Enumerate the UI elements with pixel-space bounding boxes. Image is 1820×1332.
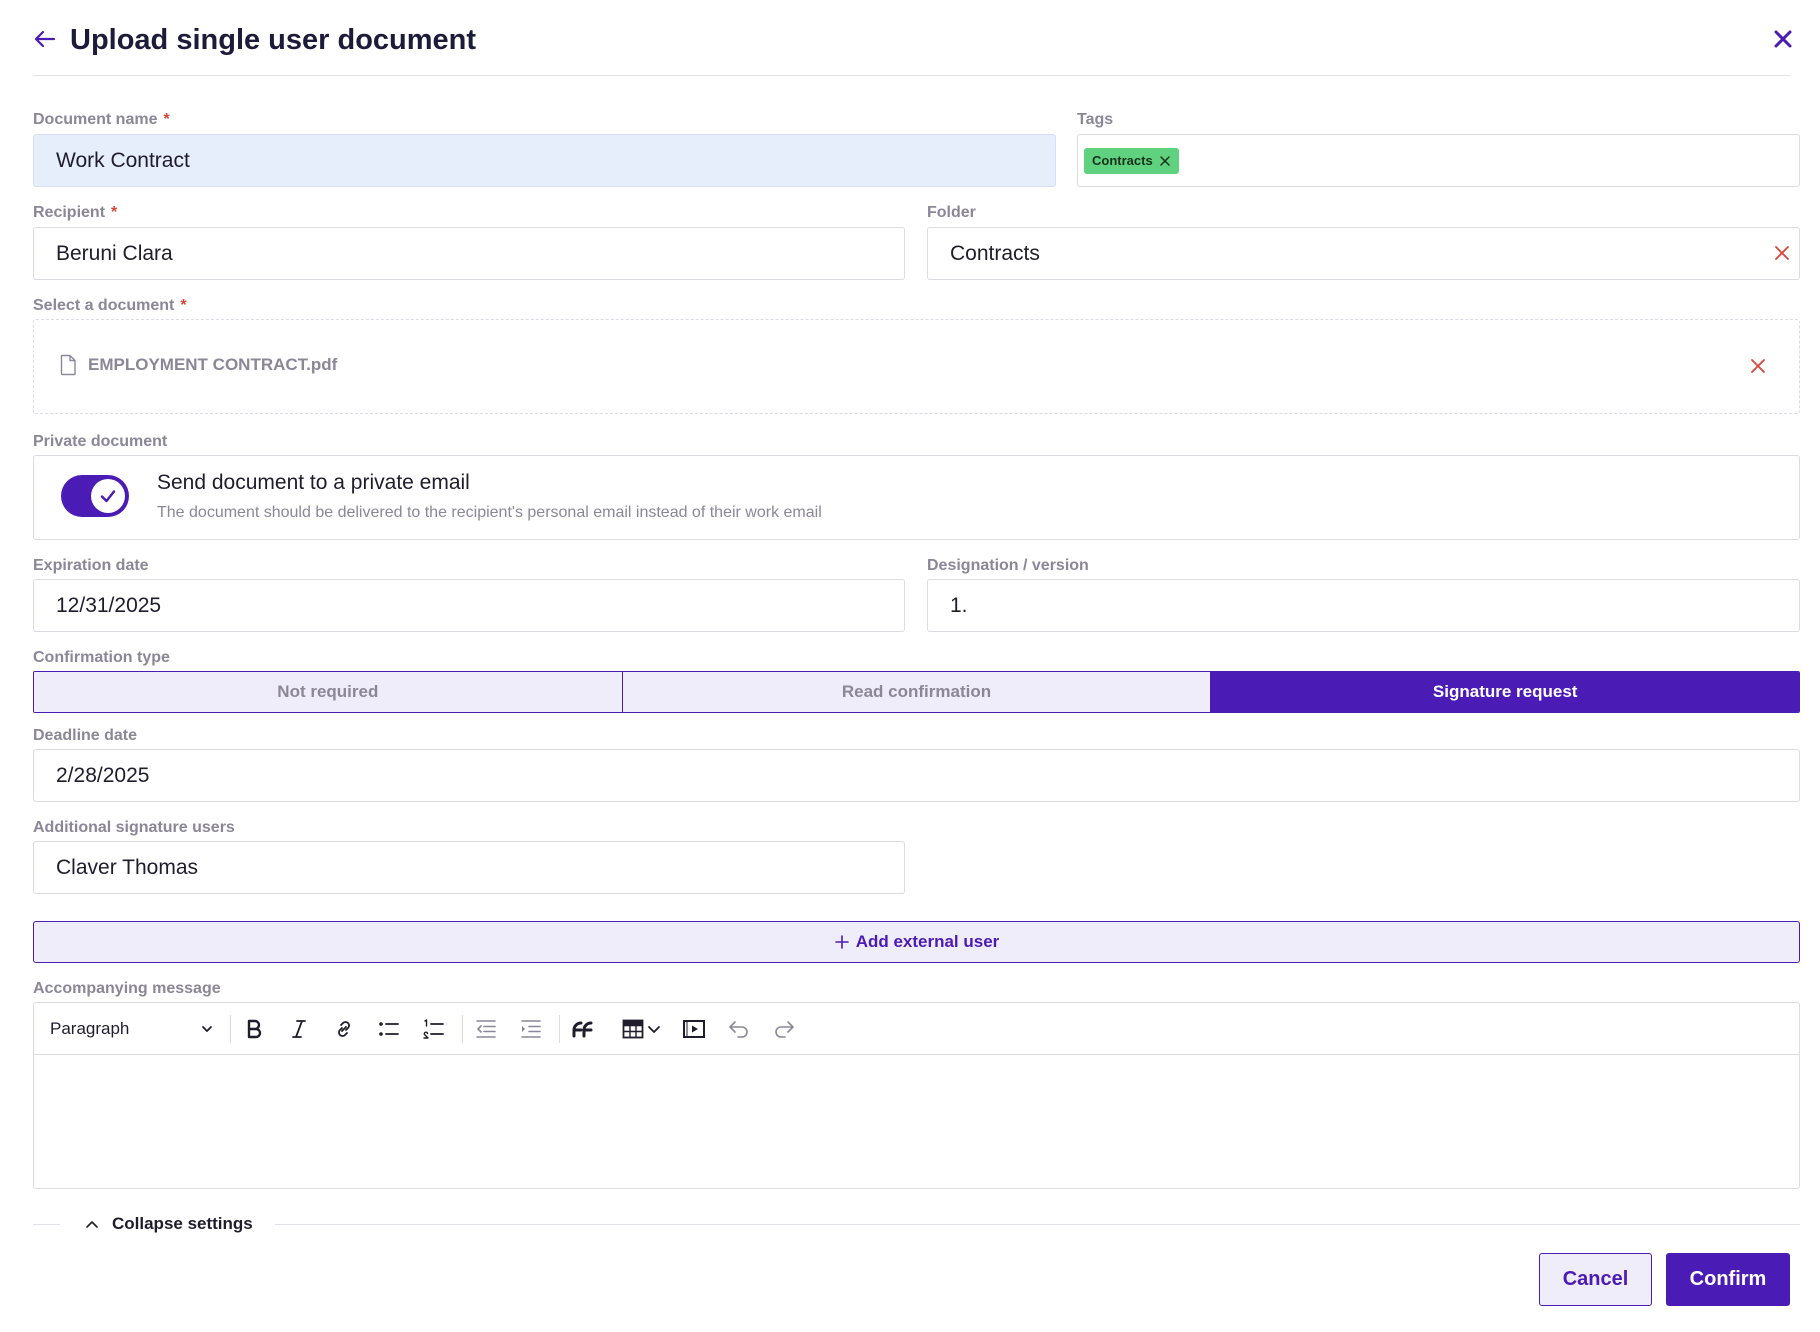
toolbar-separator [230, 1015, 231, 1043]
toolbar-separator [462, 1015, 463, 1043]
arrow-left-icon [34, 30, 56, 48]
collapse-settings-button[interactable]: Collapse settings [84, 1213, 253, 1235]
table-dropdown-chevron-icon[interactable] [646, 1017, 662, 1041]
numbered-list-icon[interactable] [422, 1017, 446, 1041]
collapse-settings-label: Collapse settings [112, 1214, 253, 1233]
folder-label: Folder [927, 204, 976, 221]
link-icon[interactable] [332, 1017, 356, 1041]
deadline-date-value: 2/28/2025 [56, 763, 150, 787]
expiration-date-input[interactable]: 12/31/2025 [33, 579, 905, 632]
designation-input[interactable]: 1. [927, 579, 1800, 632]
confirmation-option-signature-request[interactable]: Signature request [1211, 672, 1799, 712]
close-button[interactable] [1768, 24, 1798, 54]
recipient-label: Recipient * [33, 204, 118, 221]
indent-icon[interactable] [519, 1017, 543, 1041]
folder-value: Contracts [950, 241, 1040, 265]
confirmation-type-label: Confirmation type [33, 649, 170, 666]
outdent-icon[interactable] [474, 1017, 498, 1041]
tag-label: Contracts [1092, 153, 1153, 168]
remove-file-button[interactable] [1747, 355, 1769, 377]
plus-icon [834, 935, 849, 949]
media-embed-icon[interactable] [682, 1017, 706, 1041]
confirmation-option-not-required[interactable]: Not required [34, 672, 623, 712]
italic-icon[interactable] [287, 1017, 311, 1041]
expiration-date-value: 12/31/2025 [56, 593, 162, 617]
redo-icon[interactable] [772, 1017, 796, 1041]
recipient-input[interactable]: Beruni Clara [33, 227, 905, 280]
paragraph-format-select[interactable]: Paragraph [50, 1015, 218, 1043]
additional-signature-users-input[interactable]: Claver Thomas [33, 841, 905, 894]
private-email-description: The document should be delivered to the … [157, 504, 822, 521]
additional-signature-users-label: Additional signature users [33, 819, 235, 836]
collapse-divider-left [33, 1224, 60, 1225]
chevron-up-icon [86, 1221, 98, 1228]
back-button[interactable] [30, 24, 60, 54]
recipient-value: Beruni Clara [56, 241, 173, 265]
toolbar-separator [559, 1015, 560, 1043]
bulleted-list-icon[interactable] [377, 1017, 401, 1041]
add-external-user-label: Add external user [855, 932, 1000, 951]
document-name-input[interactable]: Work Contract [33, 134, 1056, 187]
selected-file-name: EMPLOYMENT CONTRACT.pdf [88, 355, 338, 374]
clear-icon [1751, 359, 1765, 373]
document-name-label: Document name * [33, 111, 170, 128]
clear-icon [1775, 246, 1789, 260]
designation-value: 1. [950, 593, 968, 617]
close-icon [1774, 30, 1792, 48]
private-email-title: Send document to a private email [157, 471, 470, 494]
blockquote-icon[interactable] [571, 1017, 595, 1041]
expiration-date-label: Expiration date [33, 557, 149, 574]
message-text-area[interactable] [34, 1056, 1799, 1188]
cancel-button[interactable]: Cancel [1539, 1253, 1652, 1306]
toggle-knob [91, 479, 125, 513]
document-name-value: Work Contract [56, 148, 190, 172]
tags-label: Tags [1077, 111, 1114, 128]
add-external-user-button[interactable]: Add external user [33, 921, 1800, 963]
tag-chip: Contracts [1084, 147, 1179, 174]
header-divider [33, 75, 1790, 76]
table-icon[interactable] [621, 1017, 645, 1041]
accompanying-message-label: Accompanying message [33, 980, 221, 997]
confirmation-type-selector: Not required Read confirmation Signature… [33, 671, 1800, 713]
tags-input[interactable]: Contracts [1077, 134, 1800, 187]
chevron-down-icon [202, 1026, 212, 1032]
upload-dialog: Upload single user document Document nam… [0, 0, 1820, 1332]
collapse-divider-right [275, 1224, 1800, 1225]
undo-icon[interactable] [727, 1017, 751, 1041]
private-document-label: Private document [33, 433, 168, 450]
folder-input[interactable]: Contracts [927, 227, 1800, 280]
bold-icon[interactable] [242, 1017, 266, 1041]
deadline-date-input[interactable]: 2/28/2025 [33, 749, 1800, 802]
folder-clear-button[interactable] [1771, 242, 1793, 264]
confirmation-option-read-confirmation[interactable]: Read confirmation [622, 672, 1212, 712]
page-title: Upload single user document [70, 24, 477, 56]
editor-toolbar: Paragraph [34, 1003, 1799, 1055]
message-editor: Paragraph [33, 1002, 1800, 1189]
confirm-button[interactable]: Confirm [1666, 1253, 1790, 1306]
paragraph-format-value: Paragraph [50, 1019, 130, 1038]
private-document-card [33, 455, 1800, 540]
tag-remove-icon[interactable] [1159, 155, 1171, 167]
select-document-label: Select a document * [33, 297, 187, 314]
deadline-date-label: Deadline date [33, 727, 138, 744]
designation-label: Designation / version [927, 557, 1089, 574]
file-icon [59, 354, 77, 376]
additional-signature-user-value: Claver Thomas [56, 855, 198, 879]
check-icon [100, 490, 116, 503]
private-email-toggle[interactable] [61, 475, 129, 517]
